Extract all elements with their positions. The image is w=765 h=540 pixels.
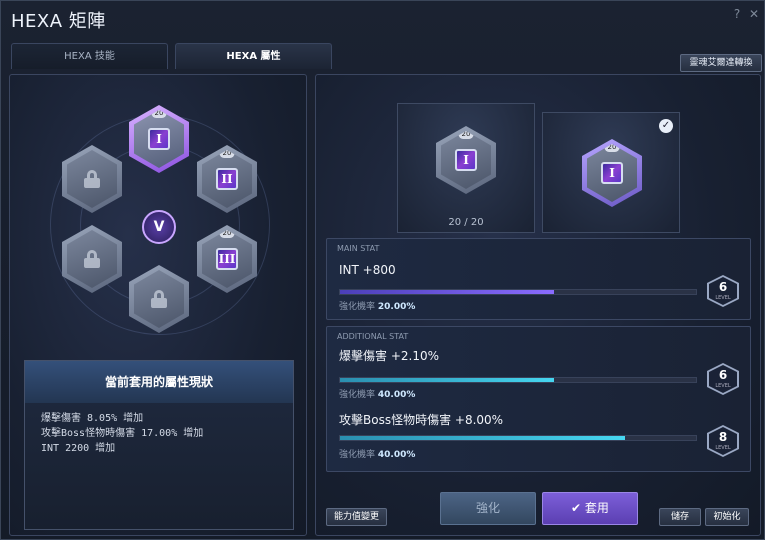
stat-core-card[interactable]: 20 I 20 / 20 (397, 103, 535, 233)
apply-label: 套用 (584, 501, 609, 515)
stat-core-card-selected[interactable]: ✓ 20 I (542, 112, 680, 233)
lock-icon (84, 250, 100, 268)
progress-fill (340, 436, 625, 440)
main-stat-progress-bar (339, 289, 697, 295)
node-level-badge: 20 (219, 150, 235, 158)
main-stat-rate: 強化機率 20.00% (339, 302, 416, 312)
enhance-button[interactable]: 強化 (440, 492, 536, 525)
level-badge: 8 LEVEL (707, 425, 739, 457)
stat-change-button[interactable]: 能力值變更 (326, 508, 387, 526)
main-stat-text: INT +800 (339, 263, 396, 277)
check-circle-icon: ✔ (571, 501, 585, 515)
hexa-node-panel: 20 I 20 II 20 III V 當前套用的屬性現狀 爆擊傷害 8.05%… (9, 74, 307, 536)
stat-core-icon: 20 I (436, 126, 496, 194)
tab-hexa-skill[interactable]: HEXA 技能 (11, 43, 168, 69)
main-stat-section: MAIN STAT INT +800 強化機率 20.00% 6 LEVEL (326, 238, 751, 320)
hexa-node-map: 20 I 20 II 20 III V (20, 95, 300, 395)
close-icon[interactable]: ✕ (747, 7, 761, 21)
check-icon: ✓ (659, 119, 673, 133)
level-badge: 6 LEVEL (707, 363, 739, 395)
progress-fill (340, 290, 554, 294)
node-level-badge: 20 (219, 230, 235, 238)
additional-stat-rate: 強化機率 40.00% (339, 450, 416, 460)
window-title: HEXA 矩陣 (11, 11, 106, 32)
additional-stat-progress-bar (339, 377, 697, 383)
status-line: 爆擊傷害 8.05% 增加 (41, 413, 144, 424)
stat-gem-icon: I (455, 149, 477, 171)
stat-detail-panel: 20 I 20 / 20 ✓ 20 I MAIN STAT INT +800 強… (315, 74, 761, 536)
additional-stat-section: ADDITIONAL STAT 爆擊傷害 +2.10% 強化機率 40.00% … (326, 326, 751, 472)
tab-hexa-stat[interactable]: HEXA 屬性 (175, 43, 332, 69)
additional-stat-rate: 強化機率 40.00% (339, 390, 416, 400)
status-title: 當前套用的屬性現狀 (25, 361, 293, 403)
apply-button[interactable]: ✔ 套用 (542, 492, 638, 525)
level-badge: 6 LEVEL (707, 275, 739, 307)
main-stat-header: MAIN STAT (337, 244, 380, 253)
hexa-matrix-window: HEXA 矩陣 ? ✕ HEXA 技能 HEXA 屬性 靈魂艾爾達轉換 20 I… (0, 0, 765, 540)
save-button[interactable]: 儲存 (659, 508, 701, 526)
stat-gem-icon: I (601, 162, 623, 184)
applied-stat-status: 當前套用的屬性現狀 爆擊傷害 8.05% 增加 攻擊Boss怪物時傷害 17.0… (24, 360, 294, 530)
node-level-badge: 20 (151, 110, 167, 118)
reset-button[interactable]: 初始化 (705, 508, 749, 526)
hexa-core-icon: V (142, 210, 176, 244)
additional-stat-header: ADDITIONAL STAT (337, 332, 409, 341)
sol-erda-convert-button[interactable]: 靈魂艾爾達轉換 (680, 54, 762, 72)
status-line: INT 2200 增加 (41, 443, 116, 454)
lock-icon (84, 170, 100, 188)
node-level-badge: 20 (604, 144, 620, 152)
stat-gem-icon: II (216, 168, 238, 190)
lock-icon (151, 290, 167, 308)
additional-stat-progress-bar (339, 435, 697, 441)
additional-stat-text: 攻擊Boss怪物時傷害 +8.00% (339, 413, 504, 427)
progress-fill (340, 378, 554, 382)
stat-core-count: 20 / 20 (448, 217, 484, 228)
additional-stat-text: 爆擊傷害 +2.10% (339, 349, 439, 363)
node-level-badge: 20 (458, 131, 474, 139)
stat-core-icon: 20 I (582, 139, 642, 207)
stat-gem-icon: III (216, 248, 238, 270)
stat-gem-icon: I (148, 128, 170, 150)
status-line: 攻擊Boss怪物時傷害 17.00% 增加 (41, 428, 204, 439)
help-icon[interactable]: ? (730, 7, 744, 21)
